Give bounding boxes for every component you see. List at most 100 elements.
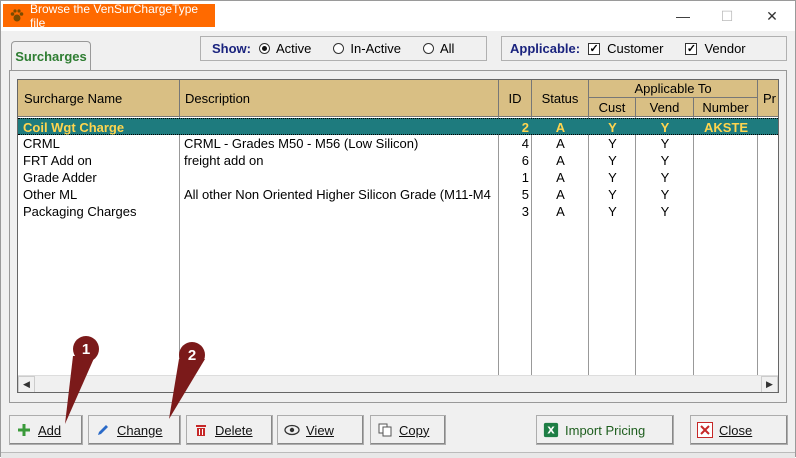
cell-name: Coil Wgt Charge bbox=[23, 120, 125, 135]
cell-name: Other ML bbox=[23, 187, 78, 202]
cell-description: All other Non Oriented Higher Silicon Gr… bbox=[184, 187, 491, 202]
vendor-checkbox-box[interactable]: ✓ bbox=[685, 42, 698, 55]
tab-surcharges[interactable]: Surcharges bbox=[11, 41, 91, 71]
horizontal-scrollbar[interactable]: ◀ ▶ bbox=[18, 375, 778, 392]
view-button[interactable]: View bbox=[277, 415, 364, 445]
close-x-icon bbox=[697, 422, 713, 438]
window-title: Browse the VenSurChargeType file bbox=[30, 1, 199, 30]
cell-id: 4 bbox=[521, 136, 529, 151]
cell-status: A bbox=[556, 187, 565, 202]
eye-icon bbox=[284, 422, 300, 438]
cell-number bbox=[704, 152, 758, 169]
applicable-label: Applicable: bbox=[510, 41, 581, 56]
title-bar: Browse the VenSurChargeType file — ☐ ✕ bbox=[1, 1, 795, 31]
scroll-right-icon[interactable]: ▶ bbox=[761, 376, 778, 392]
vendor-checkbox-label: Vendor bbox=[704, 41, 746, 56]
table-row[interactable]: Other ML All other Non Oriented Higher Si… bbox=[18, 186, 778, 203]
applicable-filter-group: Applicable: ✓ Customer ✓ Vendor bbox=[501, 36, 787, 61]
copy-icon bbox=[377, 422, 393, 438]
col-header-vend[interactable]: Vend bbox=[636, 98, 694, 117]
delete-button-label: Delete bbox=[215, 422, 253, 438]
radio-all[interactable]: All bbox=[422, 41, 454, 56]
radio-active-dot[interactable] bbox=[259, 43, 270, 54]
cell-vend: Y bbox=[660, 204, 670, 219]
cell-cust: Y bbox=[608, 136, 617, 151]
close-window-button[interactable]: ✕ bbox=[749, 1, 795, 31]
show-label: Show: bbox=[212, 41, 251, 56]
cell-id: 2 bbox=[521, 120, 529, 135]
title-pill: Browse the VenSurChargeType file bbox=[3, 1, 215, 30]
scroll-left-icon[interactable]: ◀ bbox=[18, 376, 35, 392]
change-button-label: Change bbox=[117, 422, 163, 438]
grid-header: Surcharge Name Description ID Status App… bbox=[18, 80, 778, 117]
cell-cust: Y bbox=[608, 153, 617, 168]
cell-id: 3 bbox=[521, 204, 529, 219]
cell-name: CRML bbox=[23, 136, 60, 151]
table-row[interactable]: Grade Adder 1 A Y Y bbox=[18, 169, 778, 186]
cell-name: Grade Adder bbox=[23, 170, 97, 185]
cell-cust: Y bbox=[608, 170, 617, 185]
cell-description: CRML - Grades M50 - M56 (Low Silicon) bbox=[184, 136, 419, 151]
cell-description bbox=[184, 203, 496, 220]
cell-status: A bbox=[556, 204, 565, 219]
col-header-status[interactable]: Status bbox=[532, 80, 589, 117]
customer-checkbox-box[interactable]: ✓ bbox=[588, 42, 601, 55]
col-header-name[interactable]: Surcharge Name bbox=[18, 80, 180, 117]
vendor-checkbox[interactable]: ✓ Vendor bbox=[685, 41, 746, 56]
cell-id: 6 bbox=[521, 153, 529, 168]
cell-id: 5 bbox=[521, 187, 529, 202]
table-row[interactable]: CRML CRML - Grades M50 - M56 (Low Silicon… bbox=[18, 135, 778, 152]
col-header-cust[interactable]: Cust bbox=[589, 98, 636, 117]
col-header-applicable-to: Applicable To bbox=[589, 80, 758, 98]
cell-cust: Y bbox=[608, 204, 617, 219]
trash-icon bbox=[193, 422, 209, 438]
radio-inactive-label: In-Active bbox=[350, 41, 401, 56]
cell-id: 1 bbox=[521, 170, 529, 185]
close-button[interactable]: Close bbox=[690, 415, 788, 445]
radio-active-label: Active bbox=[276, 41, 312, 56]
table-row-selected[interactable]: Coil Wgt Charge 2 A Y Y AKSTE bbox=[18, 118, 778, 135]
maximize-button[interactable]: ☐ bbox=[704, 1, 750, 31]
col-header-description[interactable]: Description bbox=[180, 80, 499, 117]
cell-vend: Y bbox=[660, 136, 670, 151]
cell-status: A bbox=[555, 120, 566, 135]
cell-number: AKSTE bbox=[704, 120, 749, 135]
callout-2-badge: 2 bbox=[179, 342, 205, 368]
cell-description: freight add on bbox=[184, 153, 264, 168]
radio-inactive[interactable]: In-Active bbox=[333, 41, 401, 56]
minimize-button[interactable]: — bbox=[660, 1, 706, 31]
svg-text:X: X bbox=[547, 426, 555, 437]
cell-vend: Y bbox=[660, 120, 670, 135]
customer-checkbox[interactable]: ✓ Customer bbox=[588, 41, 663, 56]
cell-number bbox=[704, 135, 758, 152]
radio-all-dot[interactable] bbox=[422, 43, 434, 54]
import-pricing-button[interactable]: X Import Pricing bbox=[536, 415, 674, 445]
plus-icon bbox=[16, 422, 32, 438]
col-header-number[interactable]: Number bbox=[694, 98, 758, 117]
paw-app-icon bbox=[9, 8, 25, 24]
excel-icon: X bbox=[543, 422, 559, 438]
copy-button-label: Copy bbox=[399, 422, 430, 438]
radio-active[interactable]: Active bbox=[259, 41, 311, 56]
radio-inactive-dot[interactable] bbox=[333, 43, 345, 54]
table-row[interactable]: Packaging Charges 3 A Y Y bbox=[18, 203, 778, 220]
cell-cust: Y bbox=[608, 187, 617, 202]
status-bar bbox=[1, 452, 795, 458]
cell-vend: Y bbox=[660, 153, 670, 168]
copy-button[interactable]: Copy bbox=[370, 415, 446, 445]
cell-description bbox=[184, 169, 496, 186]
cell-cust: Y bbox=[608, 120, 617, 135]
cell-name: Packaging Charges bbox=[23, 204, 137, 219]
show-filter-group: Show: Active In-Active All bbox=[200, 36, 487, 61]
cell-number bbox=[704, 169, 758, 186]
cell-status: A bbox=[556, 170, 565, 185]
surcharge-grid[interactable]: Surcharge Name Description ID Status App… bbox=[17, 79, 779, 393]
table-row[interactable]: FRT Add on freight add on 6 A Y Y bbox=[18, 152, 778, 169]
cell-status: A bbox=[556, 136, 565, 151]
cell-number bbox=[704, 186, 758, 203]
col-header-id[interactable]: ID bbox=[499, 80, 532, 117]
cell-status: A bbox=[556, 153, 565, 168]
view-button-label: View bbox=[306, 422, 334, 438]
cell-number bbox=[704, 203, 758, 220]
col-header-pr[interactable]: Pr bbox=[758, 80, 778, 117]
